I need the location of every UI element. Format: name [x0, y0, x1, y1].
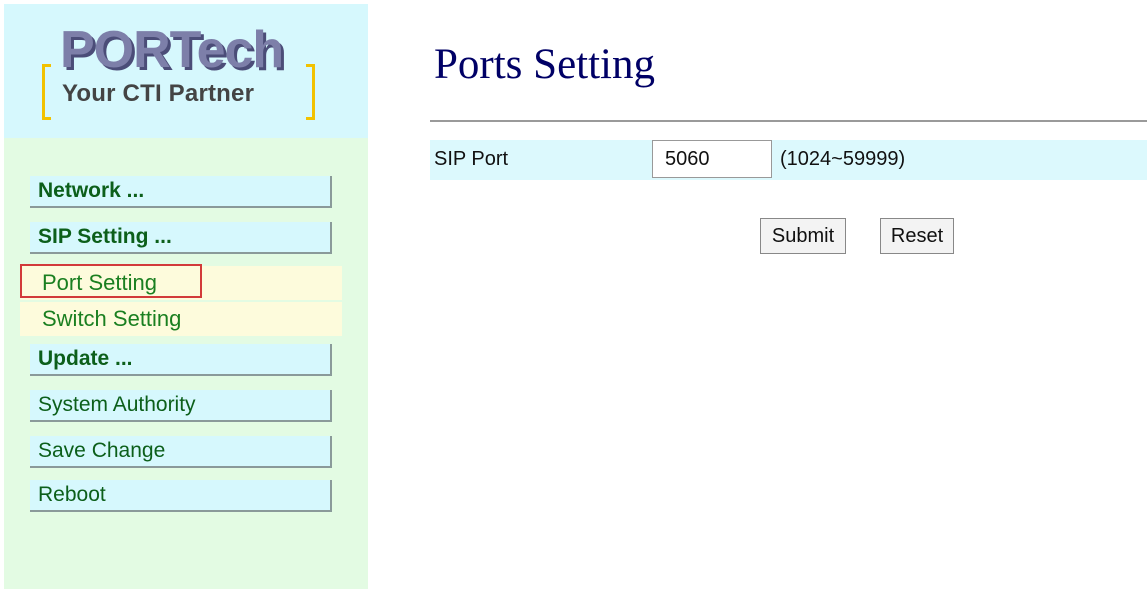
sip-port-row: SIP Port (1024~59999) — [430, 140, 1147, 180]
logo-bracket-right — [306, 64, 315, 120]
logo-brand-text: PORTech — [60, 21, 284, 79]
sip-port-range: (1024~59999) — [780, 148, 906, 170]
submenu-port-setting[interactable]: Port Setting — [20, 264, 342, 300]
submit-button[interactable]: Submit — [760, 218, 846, 254]
sidebar: PORTech Your CTI Partner Network ... SIP… — [4, 4, 368, 589]
menu-save-change[interactable]: Save Change — [30, 436, 332, 468]
menu-update[interactable]: Update ... — [30, 344, 332, 376]
menu-system-authority[interactable]: System Authority — [30, 390, 332, 422]
sip-port-label: SIP Port — [434, 148, 509, 170]
logo-bracket-left — [42, 64, 51, 120]
portech-logo: PORTech Your CTI Partner — [38, 21, 318, 120]
title-divider — [430, 120, 1147, 122]
reset-button[interactable]: Reset — [880, 218, 954, 254]
menu-reboot[interactable]: Reboot — [30, 480, 332, 512]
sip-port-input[interactable] — [652, 140, 772, 178]
logo-area: PORTech Your CTI Partner — [4, 4, 368, 138]
menu-sip-setting[interactable]: SIP Setting ... — [30, 222, 332, 254]
submenu-switch-setting[interactable]: Switch Setting — [20, 302, 342, 336]
menu-network[interactable]: Network ... — [30, 176, 332, 208]
page-title: Ports Setting — [434, 41, 656, 88]
logo-tagline: Your CTI Partner — [62, 80, 255, 107]
selection-highlight — [20, 264, 202, 298]
